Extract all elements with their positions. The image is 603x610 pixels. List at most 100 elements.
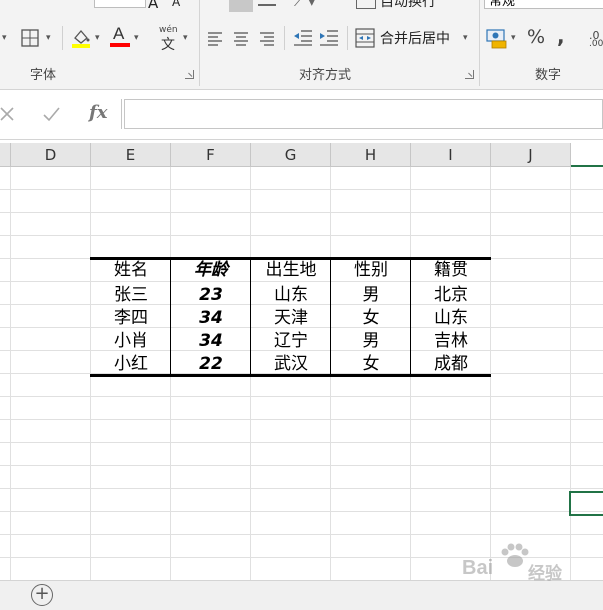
font-color-letter: A — [113, 24, 125, 43]
column-header-d[interactable]: D — [11, 143, 91, 167]
borders-icon[interactable] — [20, 28, 40, 48]
table-header-cell[interactable]: 姓名 — [91, 259, 171, 282]
number-format-value: 常规 — [489, 0, 516, 9]
formula-bar: fx — [0, 90, 603, 140]
column-header-k[interactable] — [571, 143, 603, 167]
table-cell[interactable]: 天津 — [251, 307, 331, 330]
column-header-partial[interactable] — [0, 143, 11, 167]
divider — [347, 26, 348, 50]
column-header-f[interactable]: F — [171, 143, 251, 167]
font-color-button[interactable]: A — [109, 24, 131, 49]
watermark-suffix: 经验 — [528, 564, 562, 583]
table-cell[interactable]: 山东 — [411, 307, 491, 330]
ribbon: A A ⟋ ▾ 自动换行 常规 ▾ ▾ ▾ A ▾ wén 文 ▾ 合并后居中 … — [0, 0, 603, 90]
table-cell[interactable]: 北京 — [411, 284, 491, 307]
font-color-swatch — [110, 43, 130, 47]
column-header-h[interactable]: H — [331, 143, 411, 167]
fill-color-icon[interactable] — [70, 26, 92, 48]
increase-font-size-button[interactable]: A — [148, 0, 158, 12]
table-cell[interactable]: 吉林 — [411, 330, 491, 353]
table-cell[interactable]: 女 — [331, 307, 411, 330]
insert-function-button[interactable]: fx — [89, 102, 107, 123]
decimal-icon-bottom: .00 — [589, 39, 603, 49]
merge-center-icon[interactable] — [355, 28, 375, 48]
column-header-g[interactable]: G — [251, 143, 331, 167]
orientation-icon[interactable]: ⟋ ▾ — [294, 0, 315, 10]
table-cell[interactable]: 小红 — [91, 353, 171, 376]
phonetic-guide-button[interactable]: wén 文 — [158, 25, 180, 53]
enter-icon[interactable] — [42, 106, 60, 122]
phonetic-char: 文 — [161, 37, 175, 53]
cancel-icon[interactable] — [0, 106, 16, 122]
add-sheet-button[interactable]: + — [31, 584, 53, 606]
table-column-divider — [250, 259, 251, 375]
table-cell[interactable]: 22 — [171, 353, 251, 376]
table-cell[interactable]: 山东 — [251, 284, 331, 307]
merge-dropdown-icon[interactable]: ▾ — [463, 33, 468, 43]
table-header-cell[interactable]: 性别 — [331, 259, 411, 282]
column-gridline — [10, 167, 11, 580]
table-column-divider — [410, 259, 411, 375]
table-column-divider — [170, 259, 171, 375]
align-left-icon[interactable] — [207, 30, 223, 46]
divider — [284, 26, 285, 50]
table-header-cell[interactable]: 籍贯 — [411, 259, 491, 282]
table-cell[interactable]: 李四 — [91, 307, 171, 330]
font-size-box[interactable] — [94, 0, 146, 8]
chevron-down-icon[interactable]: ▾ — [2, 33, 7, 43]
font-dialog-launcher-icon[interactable] — [185, 70, 194, 79]
font-group-label: 字体 — [30, 68, 57, 83]
increase-decimal-button[interactable]: .0 .00 — [589, 29, 603, 49]
column-header-j[interactable]: J — [491, 143, 571, 167]
wrap-text-icon — [356, 0, 376, 9]
watermark-text: Bai — [462, 557, 494, 579]
table-cell[interactable]: 小肖 — [91, 330, 171, 353]
column-gridline — [570, 167, 571, 580]
align-center-icon[interactable] — [233, 30, 249, 46]
baidu-watermark-logo: Bai 经验 — [462, 543, 572, 583]
table-header-cell[interactable]: 出生地 — [251, 259, 331, 282]
table-cell[interactable]: 武汉 — [251, 353, 331, 376]
table-cell[interactable]: 男 — [331, 284, 411, 307]
table-cell[interactable]: 23 — [171, 284, 251, 307]
percent-style-button[interactable]: % — [527, 26, 545, 48]
sheet-tab-bar: + — [0, 580, 603, 610]
align-top-button[interactable] — [229, 0, 253, 12]
table-column-divider — [330, 259, 331, 375]
phonetic-dropdown-icon[interactable]: ▾ — [183, 33, 188, 43]
table-cell[interactable]: 34 — [171, 307, 251, 330]
comma-style-button[interactable]: , — [557, 24, 565, 48]
column-header-e[interactable]: E — [91, 143, 171, 167]
align-right-icon[interactable] — [259, 30, 275, 46]
number-format-select[interactable]: 常规 — [484, 0, 603, 9]
decrease-font-size-button[interactable]: A — [172, 0, 180, 9]
column-header-i[interactable]: I — [411, 143, 491, 167]
alignment-group-label: 对齐方式 — [299, 68, 352, 83]
group-separator — [199, 0, 200, 86]
table-header-cell[interactable]: 年龄 — [171, 259, 251, 282]
paw-icon — [501, 543, 529, 567]
decrease-indent-icon[interactable] — [293, 29, 313, 47]
accounting-dropdown-icon[interactable]: ▾ — [511, 33, 516, 43]
formula-bar-controls: fx — [0, 99, 122, 129]
font-color-dropdown-icon[interactable]: ▾ — [134, 33, 139, 43]
excel-window: { "ribbon": { "font_group_label": "字体", … — [0, 0, 603, 610]
table-cell[interactable]: 男 — [331, 330, 411, 353]
number-group-label: 数字 — [535, 68, 562, 83]
table-cell[interactable]: 女 — [331, 353, 411, 376]
fill-color-dropdown-icon[interactable]: ▾ — [95, 33, 100, 43]
merge-center-button[interactable]: 合并后居中 — [380, 28, 450, 48]
accounting-format-icon[interactable] — [486, 27, 508, 49]
table-bottom-border — [90, 374, 491, 377]
table-cell[interactable]: 辽宁 — [251, 330, 331, 353]
formula-input[interactable] — [124, 99, 603, 129]
align-middle-button[interactable] — [258, 0, 276, 6]
wrap-text-button[interactable]: 自动换行 — [380, 0, 436, 11]
table-cell[interactable]: 成都 — [411, 353, 491, 376]
active-cell-selection[interactable] — [569, 491, 603, 516]
borders-dropdown-icon[interactable]: ▾ — [46, 33, 51, 43]
increase-indent-icon[interactable] — [319, 29, 339, 47]
alignment-dialog-launcher-icon[interactable] — [465, 70, 474, 79]
table-cell[interactable]: 34 — [171, 330, 251, 353]
table-cell[interactable]: 张三 — [91, 284, 171, 307]
